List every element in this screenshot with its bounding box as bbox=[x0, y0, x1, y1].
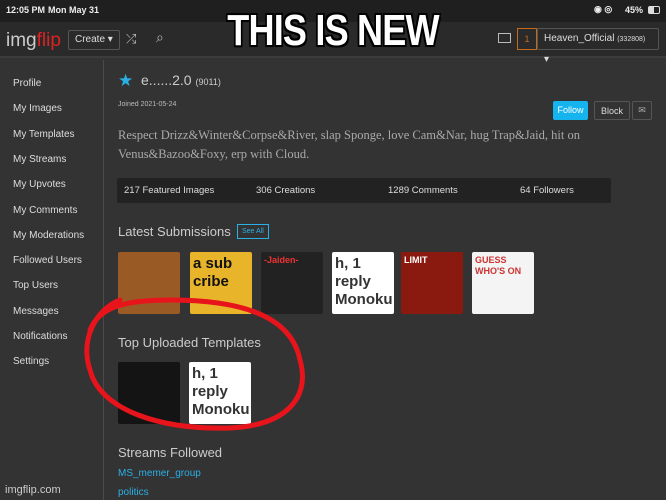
meme-caption: THIS IS NEW bbox=[226, 5, 440, 56]
red-circle-annotation bbox=[84, 297, 305, 431]
